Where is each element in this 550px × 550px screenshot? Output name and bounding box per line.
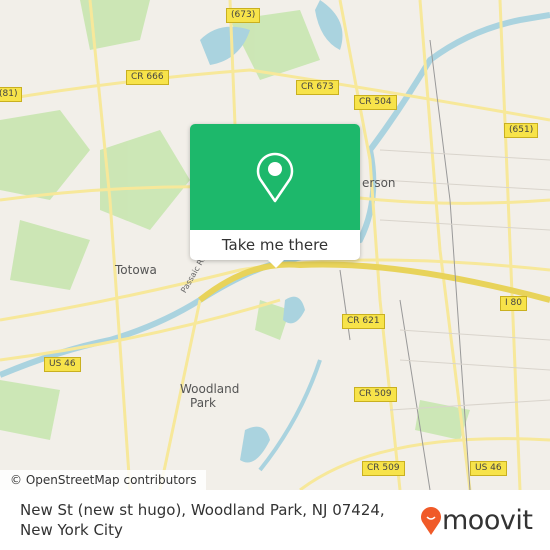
popup-pointer [267, 259, 285, 268]
road-shield: (673) [226, 8, 261, 23]
popup-header [190, 124, 360, 230]
take-me-there-button[interactable]: Take me there [190, 230, 360, 260]
road-shield: US 46 [44, 357, 81, 372]
address-text: New St (new st hugo), Woodland Park, NJ … [20, 501, 385, 539]
destination-popup: Take me there [190, 124, 360, 260]
place-label: Woodland [180, 382, 240, 396]
road-shield: CR 673 [296, 80, 339, 95]
place-label: Park [190, 396, 216, 410]
road-shield: (81) [0, 87, 23, 102]
road-shield: CR 504 [354, 95, 397, 110]
place-label: Totowa [115, 263, 157, 277]
location-pin-icon [256, 152, 294, 203]
road-shield: CR 509 [362, 461, 405, 476]
road-shield: CR 509 [354, 387, 397, 402]
road-shield: US 46 [470, 461, 507, 476]
brand-name: moovit [442, 505, 533, 536]
attribution[interactable]: © OpenStreetMap contributors [0, 470, 207, 490]
road-shield: CR 666 [126, 70, 169, 85]
road-shield: I 80 [500, 296, 527, 311]
moovit-pin-icon [421, 506, 441, 535]
road-shield: (651) [504, 123, 539, 138]
place-label: erson [362, 176, 396, 190]
road-shield: CR 621 [342, 314, 385, 329]
moovit-logo: moovit [420, 505, 533, 536]
